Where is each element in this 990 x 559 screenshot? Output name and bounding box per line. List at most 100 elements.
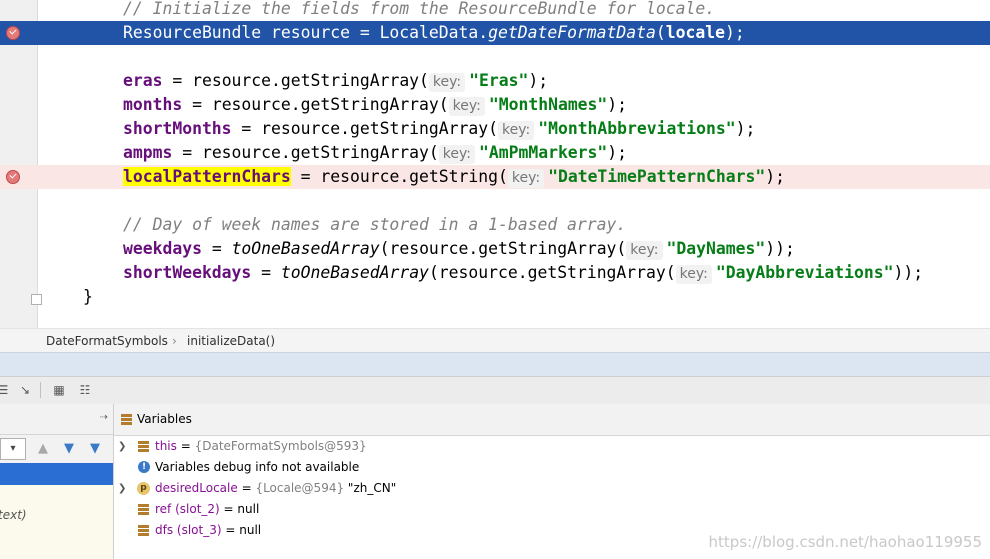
string-literal: "MonthAbbreviations" (538, 119, 736, 138)
list-icon[interactable]: ☰ (0, 383, 10, 397)
frames-header: ⇢ (0, 404, 113, 435)
field-name: weekdays (123, 239, 202, 258)
method-call: toOneBasedArray (280, 263, 429, 282)
field-name: eras (123, 71, 163, 90)
code-text: = resource.getStringArray( (162, 71, 429, 90)
breadcrumb-item-method[interactable]: initializeData() (187, 329, 275, 353)
frames-panel: ⇢ ▾ ▲ ▼ ▼ text) (0, 404, 114, 559)
string-literal: "DayNames" (666, 239, 766, 258)
argument: locale (665, 23, 725, 42)
code-text: = (201, 239, 232, 258)
field-name: months (123, 95, 183, 114)
expand-arrow-icon[interactable]: ❯ (118, 478, 126, 499)
variable-row-ref[interactable]: ref (slot_2) = null (114, 499, 990, 520)
breadcrumb-item-class[interactable]: DateFormatSymbols (46, 329, 168, 353)
code-line-ampms[interactable]: ampms = resource.getStringArray(key: "AmP… (0, 141, 990, 165)
variable-value: "zh_CN" (344, 481, 397, 495)
breakpoint-icon[interactable] (6, 170, 20, 184)
variable-value: null (237, 502, 260, 516)
variable-equals: = (176, 439, 195, 453)
parameter-hint: key: (675, 265, 712, 284)
variable-name: dfs (slot_3) (155, 523, 222, 537)
variables-title: Variables (137, 412, 192, 426)
code-text: ResourceBundle resource = LocaleData. (123, 23, 489, 42)
field-icon (138, 525, 149, 536)
variable-equals: = (221, 523, 240, 537)
parameter-hint: key: (626, 241, 663, 260)
string-literal: "DayAbbreviations" (715, 263, 894, 282)
frame-label: text) (0, 508, 27, 522)
arrow-down-icon[interactable]: ▼ (64, 441, 74, 456)
code-text: ( (655, 23, 666, 42)
filter-icon[interactable]: ▼ (90, 441, 100, 456)
parameter-hint: key: (448, 97, 485, 116)
variable-name: ref (slot_2) (155, 502, 220, 516)
expand-arrow-icon[interactable]: ❯ (118, 436, 126, 457)
fold-icon[interactable] (31, 294, 42, 305)
code-line-comment-2[interactable]: // Day of week names are stored in a 1-b… (0, 213, 990, 237)
code-text: = resource.getStringArray( (172, 143, 439, 162)
code-text: ); (528, 71, 549, 90)
arrow-up-icon[interactable]: ▲ (38, 441, 48, 456)
breakpoint-icon[interactable] (6, 26, 20, 40)
code-editor[interactable]: // Initialize the fields from the Resour… (0, 0, 990, 328)
debug-tool-window-header[interactable] (0, 352, 990, 377)
variable-type: {Locale@594} (255, 481, 345, 495)
code-text: )); (893, 263, 924, 282)
code-line-months[interactable]: months = resource.getStringArray(key: "Mo… (0, 93, 990, 117)
code-text: ); (724, 23, 745, 42)
string-literal: "MonthNames" (488, 95, 608, 114)
code-line-execution-point[interactable]: ResourceBundle resource = LocaleData.get… (0, 21, 990, 45)
variable-equals: = (219, 502, 238, 516)
variable-row-this[interactable]: ❯ this = {DateFormatSymbols@593} (114, 436, 990, 457)
closing-brace: } (83, 287, 93, 306)
code-text: )); (765, 239, 795, 258)
parameter-hint: key: (498, 121, 535, 140)
variable-name: desiredLocale (155, 481, 238, 495)
field-name: shortMonths (123, 119, 232, 138)
code-text: (resource.getStringArray( (428, 263, 676, 282)
breadcrumb: DateFormatSymbols › initializeData() (0, 328, 990, 353)
variable-name: this (155, 439, 177, 453)
trace-icon[interactable]: ☷ (78, 383, 92, 397)
field-icon (138, 441, 149, 452)
pin-icon[interactable]: ⇢ (100, 412, 108, 423)
info-icon: ! (138, 461, 150, 473)
variable-row-desired-locale[interactable]: ❯ p desiredLocale = {Locale@594} "zh_CN" (114, 478, 990, 499)
thread-dropdown[interactable]: ▾ (0, 438, 26, 460)
variable-row-info[interactable]: ! Variables debug info not available (114, 457, 990, 478)
info-message: Variables debug info not available (155, 460, 360, 474)
code-line-breakpoint[interactable]: localPatternChars = resource.getString(k… (0, 165, 990, 189)
code-text: (resource.getStringArray( (379, 239, 627, 258)
string-literal: "AmPmMarkers" (479, 143, 608, 162)
code-line-eras[interactable]: eras = resource.getStringArray(key: "Eras… (0, 69, 990, 93)
debug-toolbar: ☰ ↘ ▦ ☷ (0, 376, 990, 405)
frame-item-selected[interactable] (0, 463, 113, 485)
parameter-icon: p (137, 482, 150, 495)
code-line-1[interactable]: // Initialize the fields from the Resour… (0, 0, 990, 21)
run-to-cursor-icon[interactable]: ↘ (18, 383, 32, 397)
code-text: = resource.getString( (290, 167, 508, 186)
code-text: = resource.getStringArray( (182, 95, 449, 114)
frame-item[interactable]: text) (0, 485, 113, 559)
breadcrumb-separator: › (172, 334, 177, 348)
toolbar-separator (40, 382, 41, 398)
method-call: toOneBasedArray (231, 239, 380, 258)
code-comment: // Initialize the fields from the Resour… (123, 0, 716, 18)
field-name: ampms (123, 143, 173, 162)
code-text: ); (607, 143, 628, 162)
method-call: getDateFormatData (488, 23, 656, 42)
string-literal: "Eras" (469, 71, 529, 90)
parameter-hint: key: (438, 145, 475, 164)
code-text: = resource.getStringArray( (231, 119, 498, 138)
field-name: shortWeekdays (123, 263, 252, 282)
code-comment: // Day of week names are stored in a 1-b… (123, 215, 627, 234)
code-line-short-weekdays[interactable]: shortWeekdays = toOneBasedArray(resource… (0, 261, 990, 285)
variables-icon (121, 414, 132, 425)
string-literal: "DateTimePatternChars" (548, 167, 766, 186)
watermark: https://blog.csdn.net/haohao119955 (708, 533, 982, 551)
code-line-short-months[interactable]: shortMonths = resource.getStringArray(ke… (0, 117, 990, 141)
evaluate-expression-icon[interactable]: ▦ (52, 383, 66, 397)
code-line-weekdays[interactable]: weekdays = toOneBasedArray(resource.getS… (0, 237, 990, 261)
parameter-hint: key: (428, 73, 466, 92)
